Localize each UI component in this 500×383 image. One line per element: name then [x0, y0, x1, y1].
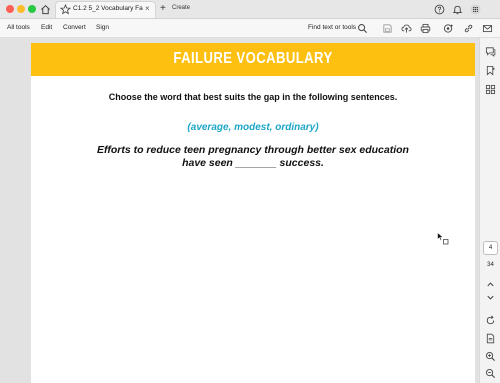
sentence-line-2: have seen _______ success.	[182, 157, 324, 169]
plus-icon: +	[160, 3, 166, 14]
pdf-page: FAILURE VOCABULARY Choose the word that …	[31, 43, 475, 383]
zoom-in-icon[interactable]	[485, 351, 496, 362]
tab-title: C1.2 5_2 Vocabulary Fa...	[73, 5, 143, 12]
total-pages: 34	[487, 262, 494, 268]
zoom-window-button[interactable]	[28, 5, 36, 13]
sentence-line-1: Efforts to reduce teen pregnancy through…	[97, 144, 409, 156]
close-window-button[interactable]	[6, 5, 14, 13]
window-titlebar: C1.2 5_2 Vocabulary Fa... × + Create	[0, 0, 500, 19]
mail-icon[interactable]	[482, 23, 493, 34]
menu-edit[interactable]: Edit	[41, 24, 52, 31]
main-toolbar: All tools Edit Convert Sign Find text or…	[0, 19, 500, 38]
rotate-icon[interactable]	[485, 315, 496, 326]
mouse-cursor-icon	[437, 232, 449, 245]
bookmark-icon[interactable]	[485, 65, 496, 76]
document-tab[interactable]: C1.2 5_2 Vocabulary Fa... ×	[55, 1, 156, 18]
word-options: (average, modest, ordinary)	[187, 122, 319, 133]
gap-sentence: Efforts to reduce teen pregnancy through…	[71, 144, 435, 170]
title-banner: FAILURE VOCABULARY	[31, 43, 475, 76]
upload-icon[interactable]	[401, 23, 412, 34]
menu-convert[interactable]: Convert	[63, 24, 86, 31]
menu-all-tools[interactable]: All tools	[7, 24, 30, 31]
chevron-down-icon[interactable]	[485, 292, 496, 303]
current-page-input[interactable]: 4	[483, 241, 498, 255]
chevron-up-icon[interactable]	[485, 279, 496, 290]
banner-title: FAILURE VOCABULARY	[173, 50, 333, 67]
print-icon[interactable]	[420, 23, 431, 34]
right-sidebar: 4 34	[479, 38, 500, 383]
help-icon[interactable]	[434, 4, 445, 15]
menu-sign[interactable]: Sign	[96, 24, 109, 31]
search-icon[interactable]	[357, 23, 368, 34]
apps-grid-icon[interactable]	[470, 4, 481, 15]
save-icon[interactable]	[382, 23, 393, 34]
ai-assistant-icon[interactable]	[443, 23, 454, 34]
document-info-icon[interactable]	[485, 333, 496, 344]
thumbnails-icon[interactable]	[485, 84, 496, 95]
bell-icon[interactable]	[452, 4, 463, 15]
minimize-window-button[interactable]	[17, 5, 25, 13]
find-text-or-tools[interactable]: Find text or tools	[308, 24, 356, 31]
link-icon[interactable]	[463, 23, 474, 34]
star-icon[interactable]	[60, 4, 71, 15]
create-label: Create	[172, 5, 191, 11]
zoom-out-icon[interactable]	[485, 368, 496, 379]
document-viewport[interactable]: FAILURE VOCABULARY Choose the word that …	[0, 38, 479, 383]
home-icon[interactable]	[40, 4, 51, 15]
tab-close-button[interactable]: ×	[145, 4, 150, 14]
instruction-text: Choose the word that best suits the gap …	[108, 92, 398, 102]
comment-icon[interactable]	[485, 46, 496, 57]
